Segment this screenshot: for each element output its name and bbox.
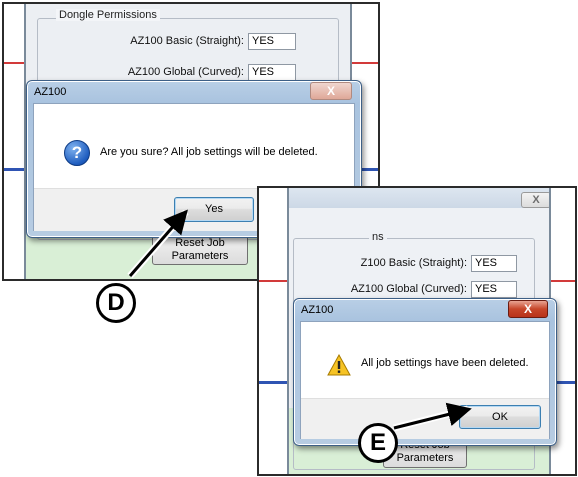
callout-arrows <box>127 209 472 432</box>
arrow-e <box>393 402 472 430</box>
callout-d: D <box>96 283 136 323</box>
callout-e: E <box>358 423 398 463</box>
arrow-d <box>128 209 188 277</box>
